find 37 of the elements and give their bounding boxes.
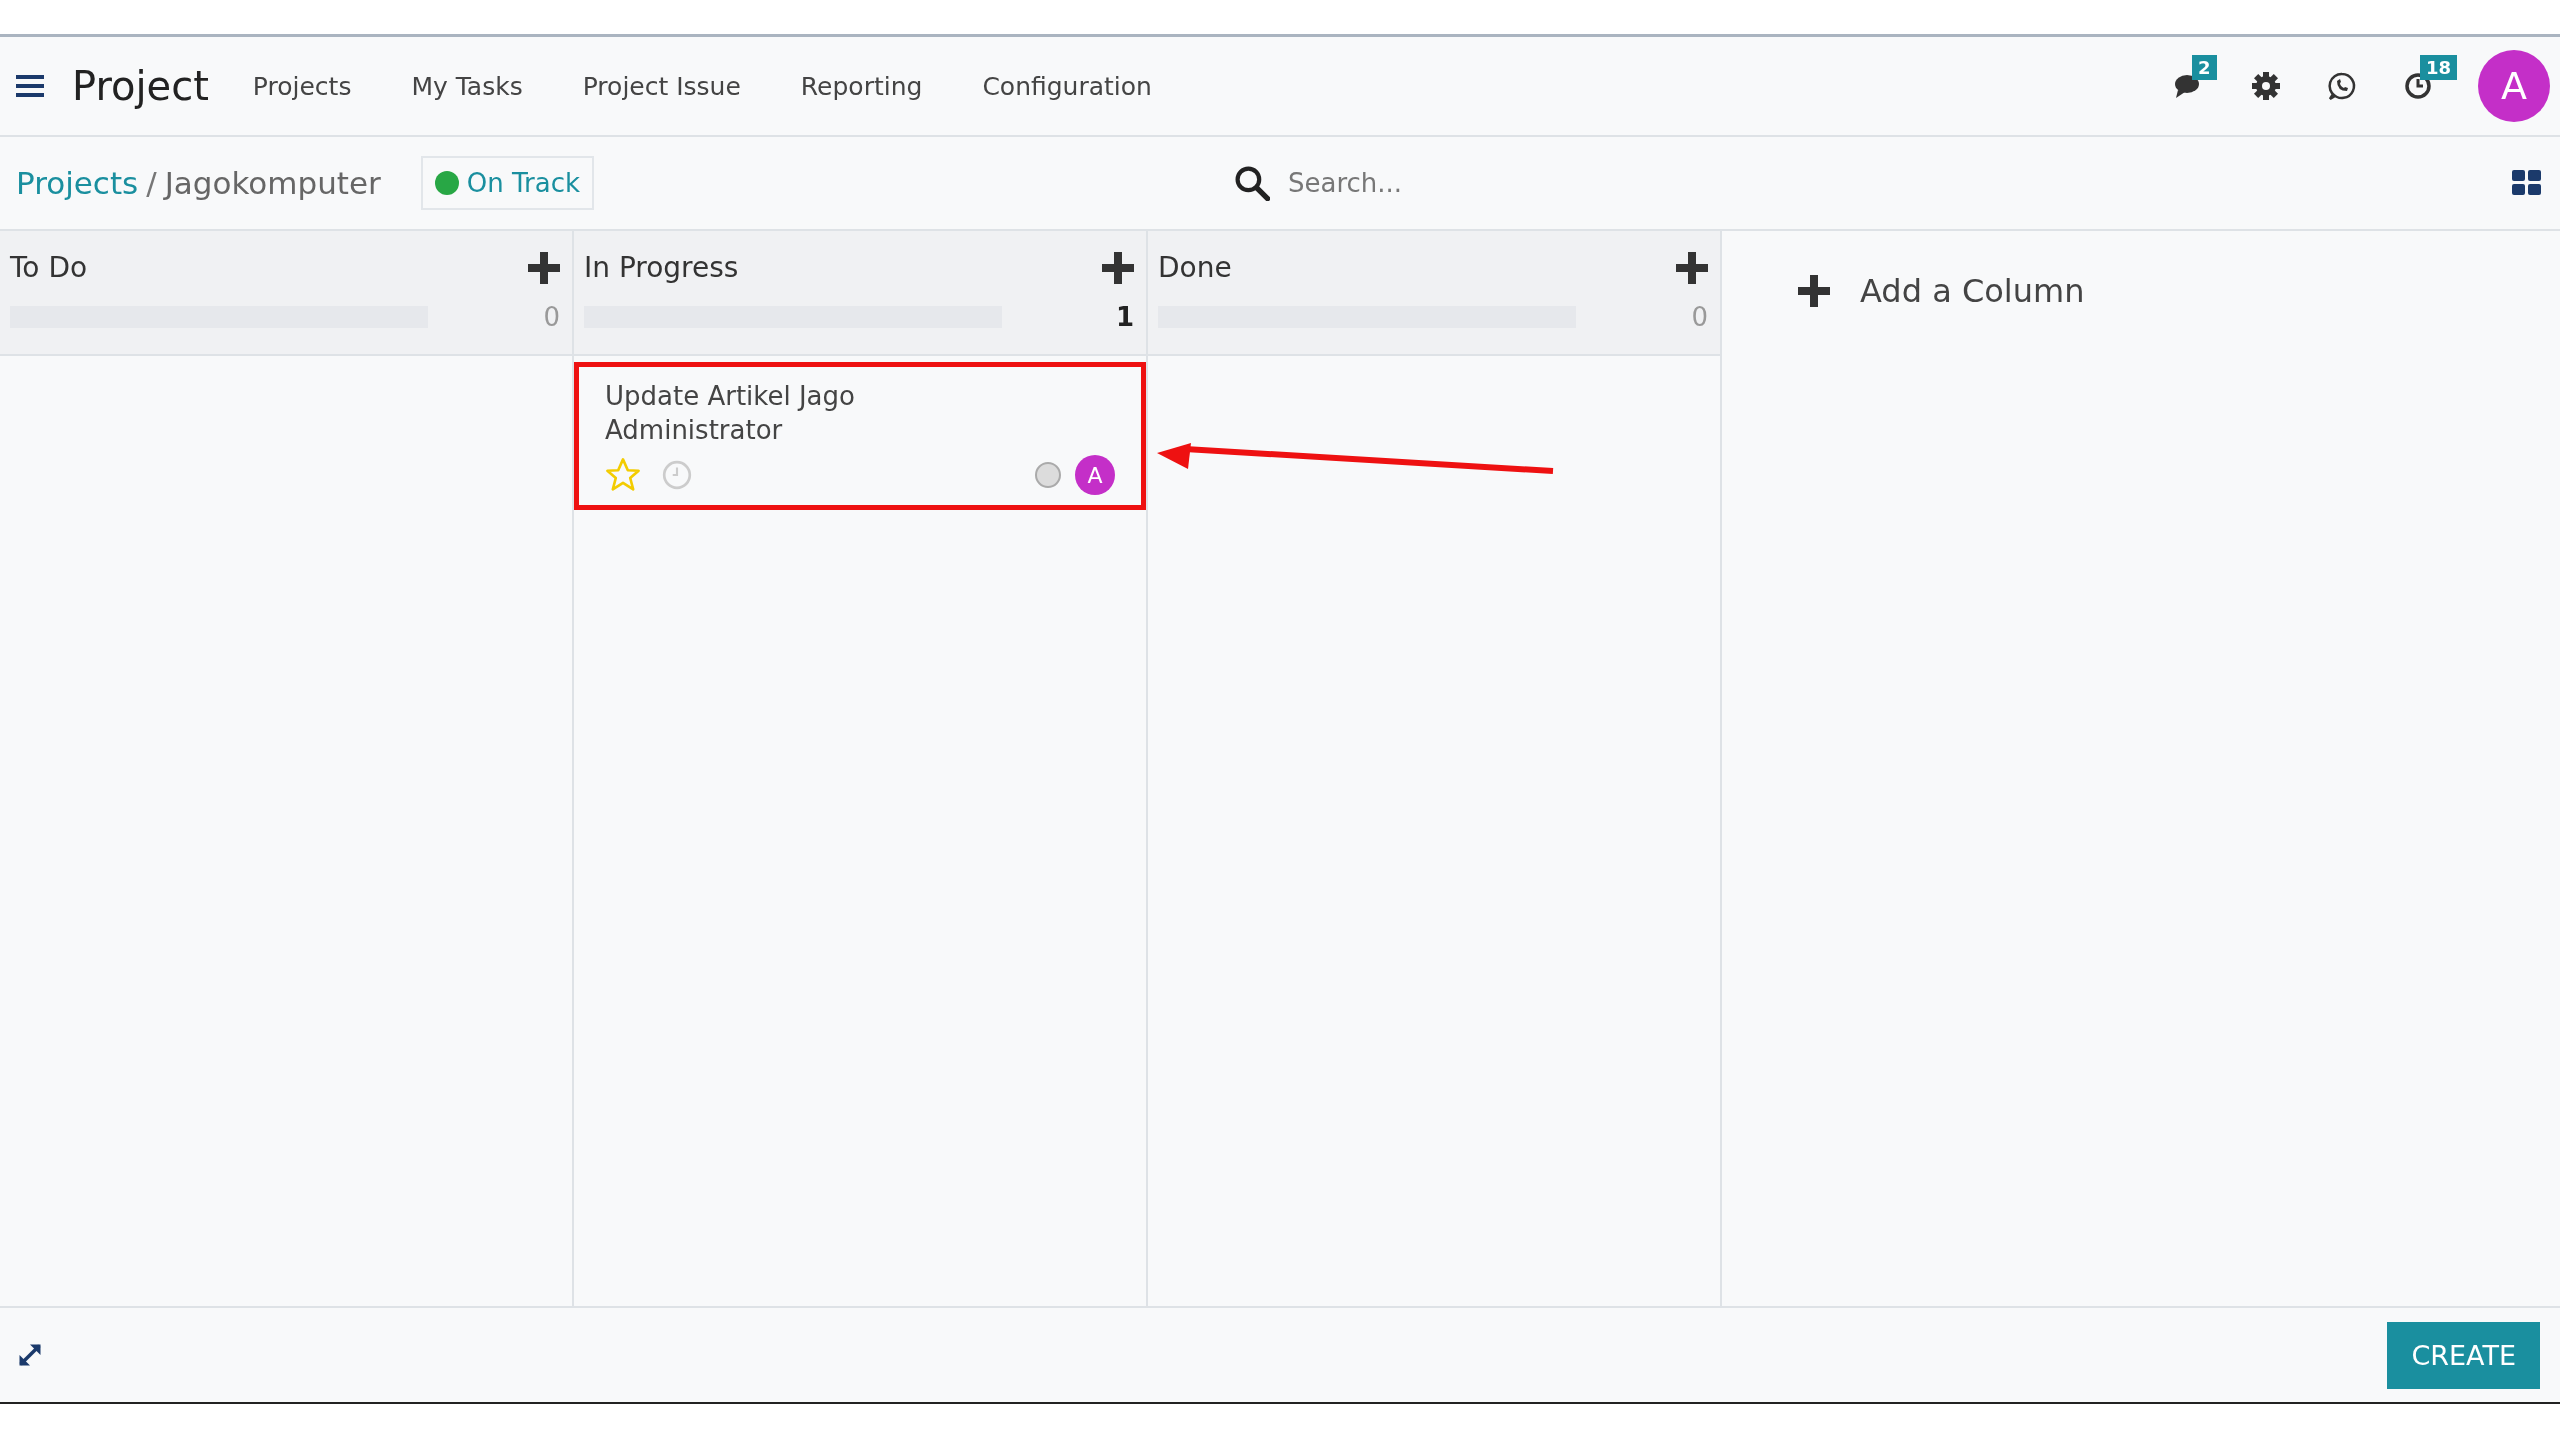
task-count: 0	[543, 302, 560, 332]
search-icon	[1234, 165, 1270, 201]
kanban-view-icon[interactable]	[2512, 170, 2542, 196]
breadcrumb-separator: /	[146, 165, 157, 201]
task-count: 1	[1115, 302, 1134, 332]
create-button[interactable]: CREATE	[2387, 1321, 2540, 1389]
task-state-dot[interactable]	[1035, 462, 1061, 488]
task-assignee: Administrator	[605, 414, 784, 447]
phone-chat-icon[interactable]	[2326, 71, 2358, 101]
search-field[interactable]: Search...	[1286, 167, 1890, 199]
app-title: Project	[72, 63, 209, 109]
user-avatar[interactable]: A	[2478, 50, 2550, 122]
menu-item[interactable]: Projects	[252, 71, 352, 101]
menu-item[interactable]: Reporting	[800, 71, 923, 101]
add-task-icon[interactable]	[1102, 251, 1134, 284]
task-count: 0	[1691, 302, 1708, 332]
breadcrumb-item[interactable]: Jagokomputer	[164, 165, 381, 201]
plus-icon	[1798, 275, 1830, 307]
task-card[interactable]: Update Artikel Jago Administrator A	[574, 362, 1146, 510]
add-task-icon[interactable]	[528, 251, 560, 284]
message-count-badge: 2	[2192, 55, 2217, 80]
task-title: Update Artikel Jago	[605, 380, 856, 413]
gear-icon[interactable]	[2250, 71, 2282, 101]
breadcrumb-item[interactable]: Projects	[16, 165, 139, 201]
status-button[interactable]: On Track	[420, 156, 594, 210]
menu-item[interactable]: My Tasks	[411, 71, 523, 101]
activity-count-badge: 18	[2420, 55, 2458, 80]
star-icon[interactable]	[605, 457, 641, 493]
column-title: In Progress	[584, 251, 739, 284]
menu-icon[interactable]	[16, 75, 44, 97]
add-task-icon[interactable]	[1676, 251, 1708, 284]
menu-item[interactable]: Configuration	[982, 71, 1152, 101]
assignee-avatar: A	[1075, 455, 1115, 495]
add-column-button[interactable]: Add a Column	[1792, 271, 2091, 311]
column-title: Done	[1158, 251, 1232, 284]
column-title: To Do	[10, 251, 88, 284]
menu-item[interactable]: Project Issue	[582, 71, 741, 101]
